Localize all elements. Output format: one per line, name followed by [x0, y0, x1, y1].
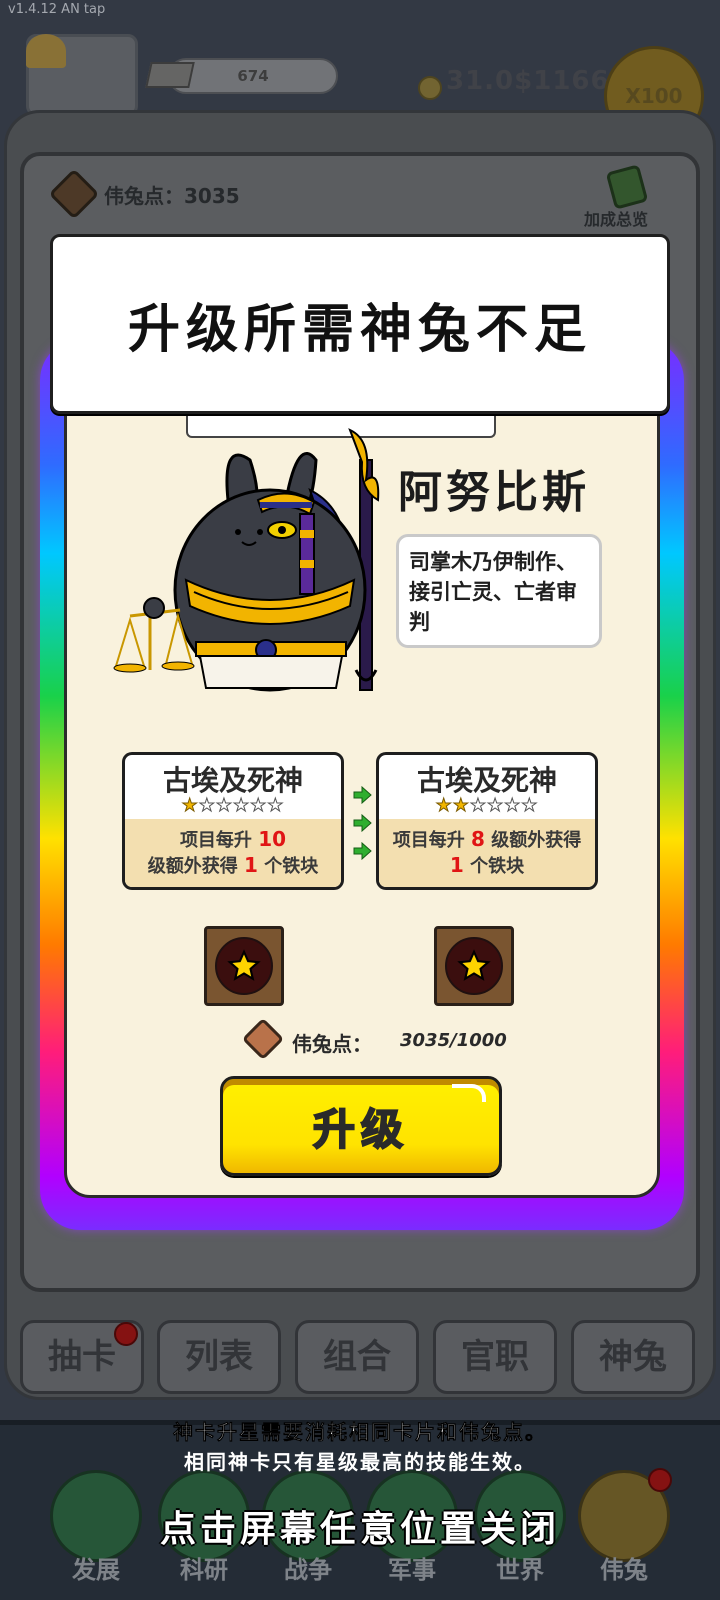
hint-text: 相同神卡只有星级最高的技能生效。 [184, 1450, 536, 1474]
cost-value: 3035/1000 [400, 1030, 507, 1051]
skill-card-current: 古埃及死神 ★★★★★★ 项目每升 10 级额外获得 1 个铁块 [122, 752, 344, 890]
star-icon: ★ [232, 795, 251, 817]
card-name: 阿努比斯 [398, 467, 590, 518]
skill-title: 古埃及死神 [162, 764, 303, 797]
hint-text: 神卡升星需要消耗相同卡片和伟兔点。 [173, 1420, 547, 1445]
star-card-slot[interactable] [204, 926, 284, 1006]
anubis-rabbit-illustration [113, 428, 380, 692]
skill-description: 项目每升 8 级额外获得 1 个铁块 [379, 819, 595, 887]
star-icon: ★ [435, 795, 453, 817]
star-icon: ★ [181, 795, 199, 817]
skill-description: 项目每升 10 级额外获得 1 个铁块 [125, 819, 341, 887]
card-description: 司掌木乃伊制作、接引亡灵、亡者审判 [396, 534, 602, 648]
toast-text: 升级所需神兔不足 [127, 299, 592, 360]
skill-star-rating: ★★★★★★ [125, 795, 341, 817]
star-icon: ★ [215, 795, 233, 817]
star-icon: ★ [250, 795, 268, 817]
star-icon: ★ [452, 795, 470, 817]
green-arrow-icon [353, 842, 372, 860]
toast-message: 升级所需神兔不足 [50, 234, 670, 414]
skill-star-rating: ★★★★★★ [379, 795, 595, 817]
cost-label: 伟兔点： [292, 1032, 372, 1056]
star-icon: ★ [267, 795, 285, 817]
star-icon [457, 949, 491, 981]
star-icon: ★ [521, 795, 539, 817]
star-icon: ★ [486, 795, 505, 817]
close-hint[interactable]: 点击屏幕任意位置关闭 [0, 1500, 720, 1552]
star-icon: ★ [504, 795, 522, 817]
star-card-slot[interactable] [434, 926, 514, 1006]
skill-title: 古埃及死神 [416, 764, 557, 797]
star-icon [227, 949, 261, 981]
skill-card-next: 古埃及死神 ★★★★★★ 项目每升 8 级额外获得 1 个铁块 [376, 752, 598, 890]
green-arrow-icon [353, 786, 372, 804]
button-shine [452, 1084, 486, 1102]
star-icon: ★ [469, 795, 487, 817]
upgrade-button-label: 升级 [312, 1104, 409, 1155]
star-icon: ★ [198, 795, 216, 817]
green-arrow-icon [353, 814, 372, 832]
